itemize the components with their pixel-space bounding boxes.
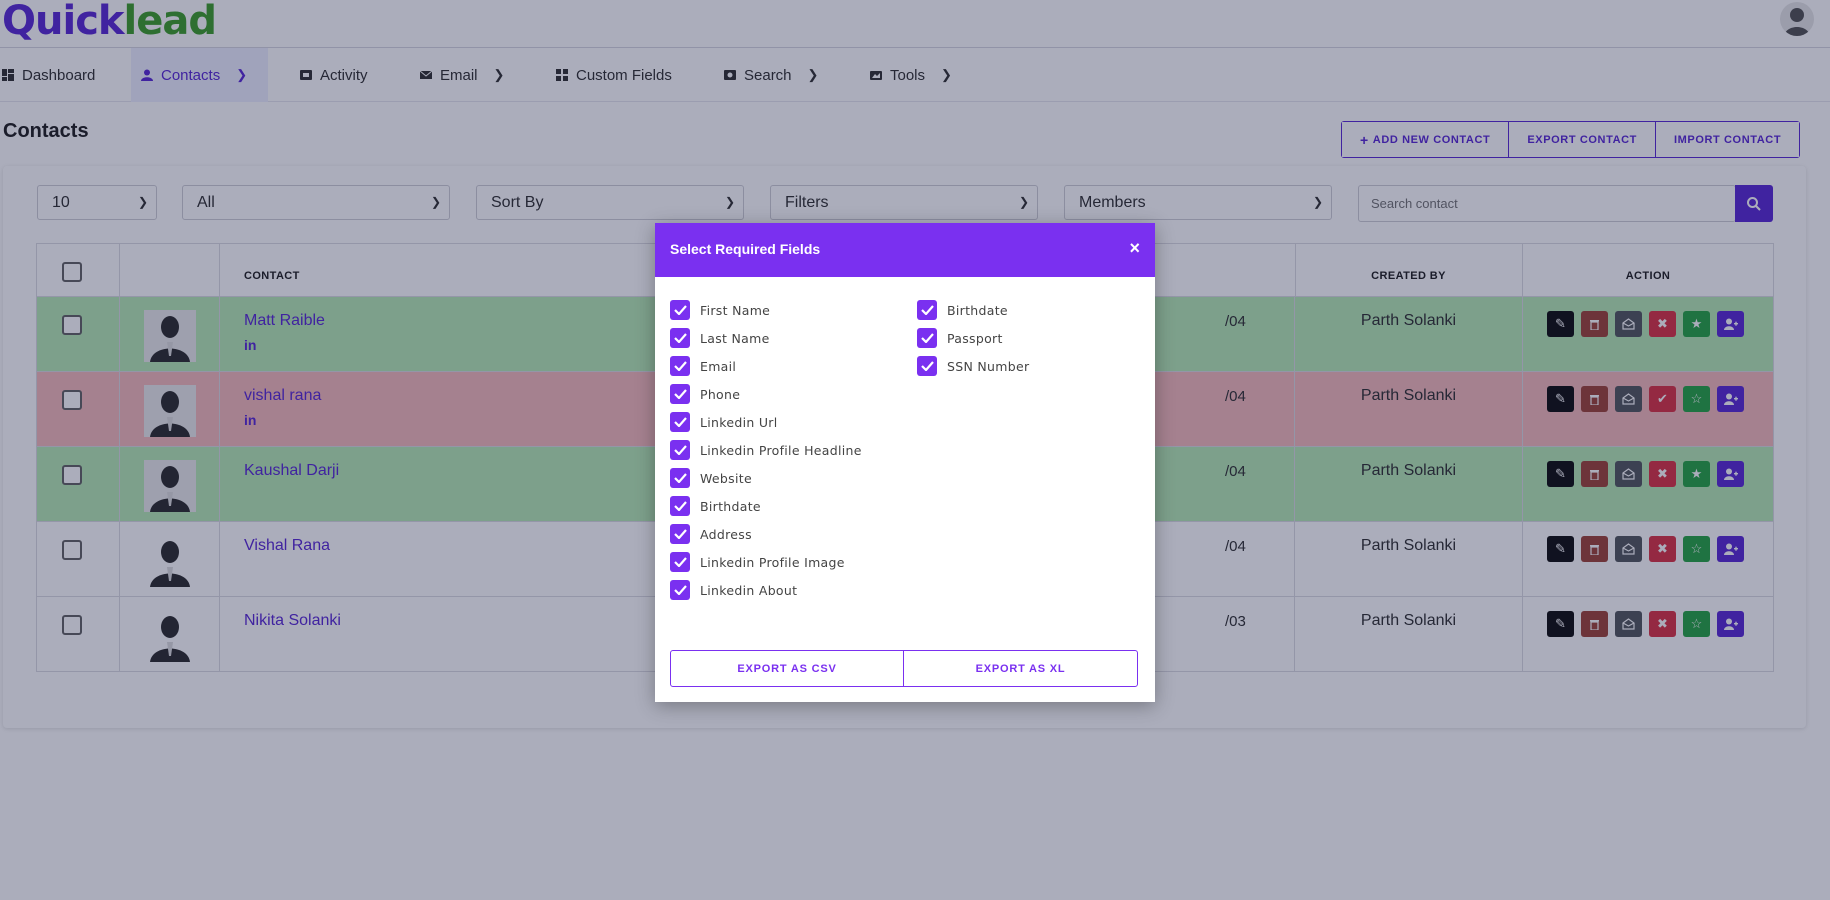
field-checkbox[interactable] <box>670 496 690 516</box>
export-csv-button[interactable]: EXPORT AS CSV <box>671 651 904 686</box>
field-checkbox[interactable] <box>670 300 690 320</box>
field-label: Birthdate <box>947 302 1008 318</box>
select-fields-modal: Select Required Fields × First Name Last … <box>655 223 1155 702</box>
field-checkbox[interactable] <box>670 524 690 544</box>
field-label: Linkedin About <box>700 582 798 598</box>
field-checkbox[interactable] <box>670 328 690 348</box>
field-checkbox[interactable] <box>670 412 690 432</box>
field-option[interactable]: Birthdate <box>670 496 761 516</box>
field-label: Linkedin Url <box>700 414 778 430</box>
field-label: Email <box>700 358 737 374</box>
field-checkbox[interactable] <box>917 356 937 376</box>
field-option[interactable]: Website <box>670 468 752 488</box>
field-checkbox[interactable] <box>670 384 690 404</box>
field-checkbox[interactable] <box>670 356 690 376</box>
field-option[interactable]: Linkedin Profile Image <box>670 552 845 572</box>
field-option[interactable]: Phone <box>670 384 740 404</box>
field-option[interactable]: Linkedin About <box>670 580 797 600</box>
field-label: Address <box>700 526 752 542</box>
field-option[interactable]: Birthdate <box>917 300 1008 320</box>
modal-header: Select Required Fields × <box>655 223 1155 277</box>
field-option[interactable]: Address <box>670 524 752 544</box>
field-label: Linkedin Profile Headline <box>700 442 862 458</box>
close-icon[interactable]: × <box>1129 238 1140 259</box>
field-option[interactable]: Email <box>670 356 736 376</box>
field-option[interactable]: First Name <box>670 300 770 320</box>
field-option[interactable]: Passport <box>917 328 1003 348</box>
field-checkbox[interactable] <box>917 300 937 320</box>
field-option[interactable]: Linkedin Url <box>670 412 778 432</box>
field-checkbox[interactable] <box>670 440 690 460</box>
field-option[interactable]: SSN Number <box>917 356 1029 376</box>
field-label: Linkedin Profile Image <box>700 554 845 570</box>
field-checkbox[interactable] <box>917 328 937 348</box>
export-xl-button[interactable]: EXPORT AS XL <box>904 651 1137 686</box>
field-label: First Name <box>700 302 771 318</box>
field-checkbox[interactable] <box>670 468 690 488</box>
export-buttons: EXPORT AS CSV EXPORT AS XL <box>670 650 1138 687</box>
field-option[interactable]: Linkedin Profile Headline <box>670 440 862 460</box>
field-label: Passport <box>947 330 1003 346</box>
modal-title: Select Required Fields <box>670 241 821 257</box>
field-label: Last Name <box>700 330 770 346</box>
field-label: Phone <box>700 386 741 402</box>
field-label: Birthdate <box>700 498 761 514</box>
field-checkbox[interactable] <box>670 580 690 600</box>
field-label: SSN Number <box>947 358 1030 374</box>
field-checkbox[interactable] <box>670 552 690 572</box>
field-label: Website <box>700 470 752 486</box>
field-option[interactable]: Last Name <box>670 328 770 348</box>
